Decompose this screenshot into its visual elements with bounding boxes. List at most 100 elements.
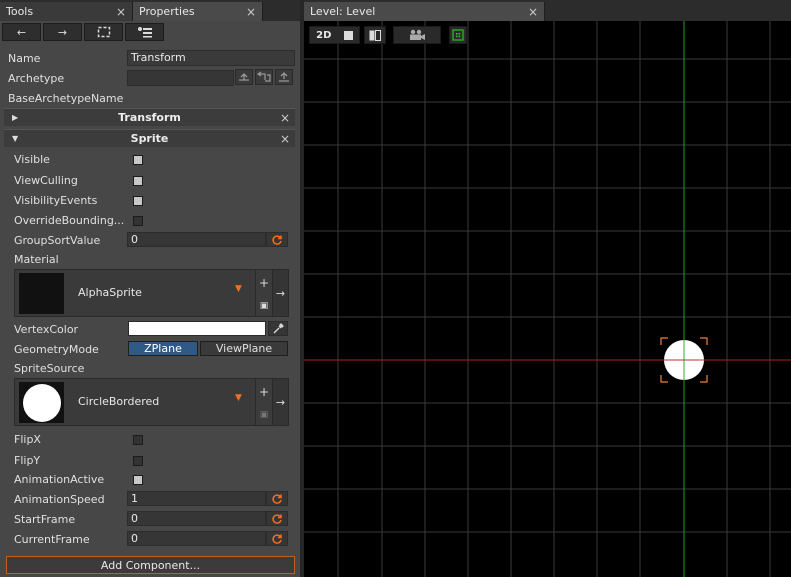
animation-speed-reset-button[interactable] (266, 491, 288, 506)
animation-speed-field[interactable]: 1 (127, 491, 266, 506)
sprite-section-title: Sprite (130, 132, 169, 145)
start-frame-reset-button[interactable] (266, 511, 288, 526)
copy-icon[interactable]: ▣ (260, 301, 269, 311)
archetype-revert-button[interactable] (255, 69, 273, 85)
material-thumbnail (19, 273, 64, 314)
name-field[interactable]: Transform (127, 50, 295, 66)
transform-section-title: Transform (118, 111, 181, 124)
close-icon[interactable]: × (528, 5, 538, 19)
flip-x-checkbox[interactable] (133, 435, 143, 445)
animation-active-label: AnimationActive (14, 473, 105, 486)
visible-label: Visible (14, 153, 50, 166)
camera-button[interactable] (393, 26, 441, 44)
start-frame-label: StartFrame (14, 513, 76, 526)
material-side-buttons: + ▣ (255, 270, 272, 316)
archetype-push-button[interactable] (275, 69, 293, 85)
properties-toolbar: ← → (2, 23, 164, 41)
material-label: Material (14, 253, 59, 266)
forward-button[interactable]: → (43, 23, 82, 41)
geometry-mode-zplane[interactable]: ZPlane (128, 341, 198, 356)
add-icon[interactable]: + (259, 276, 269, 290)
select-object-button[interactable] (84, 23, 123, 41)
arrow-right-icon: → (57, 25, 68, 39)
arrow-left-icon: ← (16, 25, 27, 39)
viewport-grid (304, 21, 791, 577)
material-picker[interactable]: AlphaSprite ▼ + ▣ → (14, 269, 289, 317)
close-icon[interactable]: × (280, 111, 290, 125)
hierarchy-button[interactable] (125, 23, 164, 41)
dropdown-arrow-icon[interactable]: ▼ (235, 393, 242, 403)
current-frame-label: CurrentFrame (14, 533, 90, 546)
2d-mode-button[interactable]: 2D (309, 26, 360, 44)
collapse-arrow-icon[interactable]: ▼ (12, 134, 18, 143)
right-tab-bar: Level: Level × (304, 2, 791, 21)
snap-grid-button[interactable] (449, 26, 467, 44)
refresh-icon (272, 234, 282, 245)
name-label: Name (8, 52, 41, 65)
override-bounding-checkbox[interactable] (133, 216, 143, 226)
sprite-source-thumbnail (19, 382, 64, 423)
arrow-right-icon: → (275, 395, 286, 409)
override-bounding-label: OverrideBounding... (14, 214, 125, 227)
select-frame-icon (97, 26, 110, 38)
editor-window: Tools × Properties × Level: Level × ← → … (0, 0, 791, 577)
view-culling-checkbox[interactable] (133, 176, 143, 186)
group-sort-reset-button[interactable] (266, 232, 288, 247)
geometry-mode-label: GeometryMode (14, 343, 99, 356)
push-archetype-icon (279, 72, 289, 82)
add-icon[interactable]: + (259, 385, 269, 399)
current-frame-reset-button[interactable] (266, 531, 288, 546)
tab-properties-label: Properties (139, 5, 195, 18)
camera-icon (410, 29, 425, 40)
split-view-button[interactable] (364, 26, 386, 44)
vertex-color-label: VertexColor (14, 323, 79, 336)
archetype-upload-button[interactable] (235, 69, 253, 85)
animation-active-checkbox[interactable] (133, 475, 143, 485)
left-tab-bar: Tools × Properties × (0, 2, 300, 21)
tab-level[interactable]: Level: Level × (304, 2, 545, 21)
close-icon[interactable]: × (246, 5, 256, 19)
material-goto-button[interactable]: → (272, 270, 288, 316)
refresh-icon (272, 493, 282, 504)
base-archetype-label: BaseArchetypeName (8, 92, 124, 105)
sprite-source-label: SpriteSource (14, 362, 85, 375)
level-viewport-panel: 2D (304, 21, 791, 577)
sprite-source-goto-button[interactable]: → (272, 379, 288, 425)
tab-tools[interactable]: Tools × (0, 2, 133, 21)
refresh-icon (272, 533, 282, 544)
tab-properties[interactable]: Properties × (133, 2, 263, 21)
sprite-source-picker[interactable]: CircleBordered ▼ + ▣ → (14, 378, 289, 426)
mode-2d-label: 2D (316, 29, 332, 41)
geometry-mode-viewplane[interactable]: ViewPlane (200, 341, 288, 356)
animation-speed-label: AnimationSpeed (14, 493, 105, 506)
archetype-field[interactable] (127, 70, 234, 86)
sprite-section-header[interactable]: ▼ Sprite × (4, 129, 295, 147)
close-icon[interactable]: × (116, 5, 126, 19)
start-frame-field[interactable]: 0 (127, 511, 266, 526)
tab-tools-label: Tools (6, 5, 34, 18)
group-sort-field[interactable]: 0 (127, 232, 266, 247)
eyedropper-icon (273, 323, 284, 334)
flip-y-checkbox[interactable] (133, 456, 143, 466)
visible-checkbox[interactable] (133, 155, 143, 165)
tab-level-label: Level: Level (310, 5, 376, 18)
back-button[interactable]: ← (2, 23, 41, 41)
dropdown-arrow-icon[interactable]: ▼ (235, 284, 242, 294)
transform-section-header[interactable]: ▶ Transform × (4, 108, 295, 126)
properties-panel: ← → Name Transform Archetype BaseArchety… (0, 21, 300, 577)
copy-icon[interactable]: ▣ (260, 410, 269, 420)
circle-preview (22, 383, 61, 422)
archetype-label: Archetype (8, 72, 65, 85)
flip-y-label: FlipY (14, 454, 41, 467)
visibility-events-checkbox[interactable] (133, 196, 143, 206)
level-viewport[interactable] (304, 21, 791, 577)
add-component-button[interactable]: Add Component... (6, 556, 295, 574)
close-icon[interactable]: × (280, 132, 290, 146)
eyedropper-button[interactable] (268, 321, 288, 336)
split-view-icon (369, 29, 381, 41)
revert-archetype-icon (256, 71, 271, 82)
current-frame-field[interactable]: 0 (127, 531, 266, 546)
vertex-color-swatch[interactable] (128, 321, 266, 336)
arrow-right-icon: → (275, 286, 286, 300)
expand-arrow-icon[interactable]: ▶ (12, 113, 18, 122)
